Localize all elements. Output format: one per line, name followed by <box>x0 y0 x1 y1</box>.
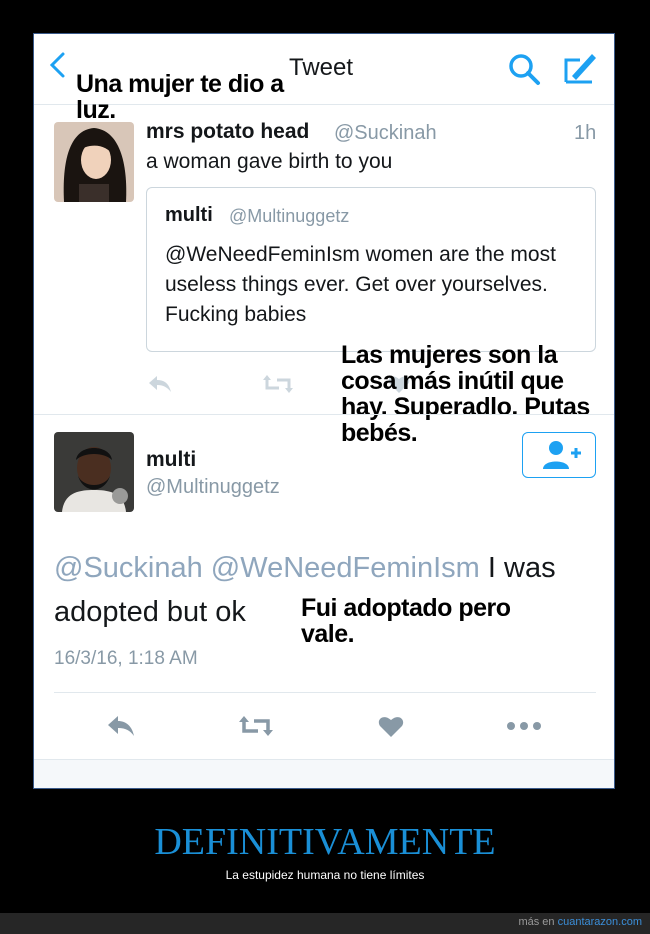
caption-overlay-top: Una mujer te dio a luz. <box>76 70 284 124</box>
more-link-text: más en cuantarazon.com <box>518 916 642 928</box>
quoted-author-handle: @Multinuggetz <box>229 206 350 226</box>
reply-icon[interactable] <box>147 374 173 399</box>
tweet-text-part: I was <box>479 552 556 584</box>
tweet-author-name[interactable]: mrs potato head <box>146 120 309 144</box>
divider <box>34 414 614 415</box>
retweet-icon[interactable] <box>238 714 274 743</box>
back-icon[interactable] <box>48 50 68 80</box>
more-prefix: más en <box>518 916 558 928</box>
follow-button[interactable] <box>522 432 596 478</box>
compose-icon[interactable] <box>562 50 598 86</box>
tweet-author-name[interactable]: multi <box>146 448 196 472</box>
reply-icon[interactable] <box>106 714 136 743</box>
meme-title: DEFINITIVAMENTE <box>154 821 496 863</box>
more-options-icon[interactable] <box>506 718 542 739</box>
tweet-screenshot: Tweet Una mujer te dio a luz. mrs potato… <box>33 33 615 789</box>
avatar[interactable] <box>54 432 134 512</box>
tweet-author-handle[interactable]: @Multinuggetz <box>146 476 280 499</box>
caption-overlay-middle: Las mujeres son la cosa más inútil que h… <box>341 341 590 447</box>
footer-strip <box>34 759 614 788</box>
like-icon[interactable] <box>378 714 404 743</box>
avatar[interactable] <box>54 122 134 202</box>
site-link[interactable]: cuantarazon.com <box>558 916 642 928</box>
quoted-tweet-text: @WeNeedFeminIsm women are the most usele… <box>165 243 556 326</box>
tweet-text: a woman gave birth to you <box>146 150 393 173</box>
site-footer: más en cuantarazon.com <box>0 913 650 934</box>
caption-overlay-bottom: Fui adoptado pero vale. <box>301 594 511 648</box>
quoted-author-name: multi <box>165 204 213 226</box>
divider <box>54 692 596 693</box>
meme-subtitle: La estupidez humana no tiene límites <box>225 868 425 882</box>
retweet-icon[interactable] <box>262 374 294 399</box>
tweet-text-part: adopted but ok <box>54 596 246 628</box>
tweet-author-handle[interactable]: @Suckinah <box>334 122 437 145</box>
quoted-tweet[interactable]: multi @Multinuggetz @WeNeedFeminIsm wome… <box>146 187 596 352</box>
search-icon[interactable] <box>506 52 544 86</box>
tweet-date: 16/3/16, 1:18 AM <box>54 648 198 669</box>
tweet-time: 1h <box>574 122 597 144</box>
tweet-mentions[interactable]: @Suckinah @WeNeedFeminIsm <box>54 552 480 584</box>
